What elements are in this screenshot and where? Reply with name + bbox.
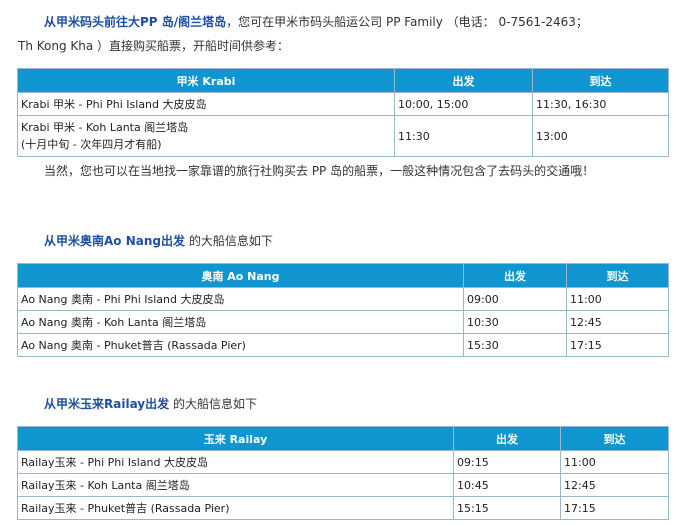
arrive-cell: 17:15 bbox=[560, 496, 669, 520]
krabi-ferry-table: 甲米 Krabi 出发 到达 Krabi 甲米 - Phi Phi Island… bbox=[17, 68, 669, 157]
route-cell: Krabi 甲米 - Koh Lanta 阁兰塔岛 (十月中旬 - 次年四月才有… bbox=[17, 115, 395, 157]
aonang-link[interactable]: 从甲米奥南Ao Nang出发 bbox=[44, 234, 185, 248]
arrive-cell: 12:45 bbox=[560, 473, 669, 497]
table-row: Railay玉来 - Koh Lanta 阁兰塔岛 10:45 12:45 bbox=[17, 473, 669, 497]
arrive-cell: 12:45 bbox=[566, 310, 669, 334]
header-depart: 出发 bbox=[394, 68, 533, 93]
table-header-row: 奥南 Ao Nang 出发 到达 bbox=[17, 263, 669, 288]
railay-heading-text: 的大船信息如下 bbox=[172, 397, 257, 411]
aonang-ferry-table: 奥南 Ao Nang 出发 到达 Ao Nang 奥南 - Phi Phi Is… bbox=[17, 263, 669, 357]
header-arrive: 到达 bbox=[560, 426, 669, 451]
intro-text-1: ，您可在甲米市码头船运公司 PP Family （电话： 0-7561-2463… bbox=[226, 15, 588, 29]
table-row: Ao Nang 奥南 - Koh Lanta 阁兰塔岛 10:30 12:45 bbox=[17, 310, 669, 334]
arrive-cell: 17:15 bbox=[566, 333, 669, 357]
route-cell: Railay玉来 - Koh Lanta 阁兰塔岛 bbox=[17, 473, 454, 497]
table-header-row: 甲米 Krabi 出发 到达 bbox=[17, 68, 669, 93]
header-route: 奥南 Ao Nang bbox=[17, 263, 464, 288]
aonang-heading-text: 的大船信息如下 bbox=[188, 234, 273, 248]
header-depart: 出发 bbox=[453, 426, 561, 451]
intro-paragraph: 从甲米码头前往大PP 岛/阁兰塔岛，您可在甲米市码头船运公司 PP Family… bbox=[18, 10, 668, 58]
arrive-cell: 13:00 bbox=[532, 115, 669, 157]
arrive-cell: 11:00 bbox=[560, 450, 669, 474]
route-cell: Ao Nang 奥南 - Phi Phi Island 大皮皮岛 bbox=[17, 287, 464, 311]
depart-cell: 15:30 bbox=[463, 333, 567, 357]
table-row: Ao Nang 奥南 - Phi Phi Island 大皮皮岛 09:00 1… bbox=[17, 287, 669, 311]
table-row: Railay玉来 - Phi Phi Island 大皮皮岛 09:15 11:… bbox=[17, 450, 669, 474]
table-row: Ao Nang 奥南 - Phuket普吉 (Rassada Pier) 15:… bbox=[17, 333, 669, 357]
intro-text-2: Th Kong Kha ）直接购买船票，开船时间供参考： bbox=[18, 39, 290, 53]
route-cell: Railay玉来 - Phi Phi Island 大皮皮岛 bbox=[17, 450, 454, 474]
railay-link[interactable]: 从甲米玉来Railay出发 bbox=[44, 397, 169, 411]
railay-heading: 从甲米玉来Railay出发 的大船信息如下 bbox=[44, 395, 257, 412]
krabi-pier-link[interactable]: 从甲米码头前往大PP 岛/阁兰塔岛 bbox=[44, 15, 226, 29]
table-row: Railay玉来 - Phuket普吉 (Rassada Pier) 15:15… bbox=[17, 496, 669, 520]
depart-cell: 09:15 bbox=[453, 450, 561, 474]
route-cell: Ao Nang 奥南 - Koh Lanta 阁兰塔岛 bbox=[17, 310, 464, 334]
table-row: Krabi 甲米 - Phi Phi Island 大皮皮岛 10:00, 15… bbox=[17, 92, 669, 116]
aonang-heading: 从甲米奥南Ao Nang出发 的大船信息如下 bbox=[44, 232, 273, 249]
table-row: Krabi 甲米 - Koh Lanta 阁兰塔岛 (十月中旬 - 次年四月才有… bbox=[17, 115, 669, 157]
header-route: 玉来 Railay bbox=[17, 426, 454, 451]
header-depart: 出发 bbox=[463, 263, 567, 288]
depart-cell: 15:15 bbox=[453, 496, 561, 520]
header-route: 甲米 Krabi bbox=[17, 68, 395, 93]
depart-cell: 10:30 bbox=[463, 310, 567, 334]
railay-ferry-table: 玉来 Railay 出发 到达 Railay玉来 - Phi Phi Islan… bbox=[17, 426, 669, 520]
route-cell: Railay玉来 - Phuket普吉 (Rassada Pier) bbox=[17, 496, 454, 520]
depart-cell: 11:30 bbox=[394, 115, 533, 157]
depart-cell: 09:00 bbox=[463, 287, 567, 311]
arrive-cell: 11:00 bbox=[566, 287, 669, 311]
route-season-note: (十月中旬 - 次年四月才有船) bbox=[21, 138, 162, 151]
table-header-row: 玉来 Railay 出发 到达 bbox=[17, 426, 669, 451]
route-name: Krabi 甲米 - Koh Lanta 阁兰塔岛 bbox=[21, 121, 189, 134]
header-arrive: 到达 bbox=[532, 68, 669, 93]
arrive-cell: 11:30, 16:30 bbox=[532, 92, 669, 116]
route-cell: Krabi 甲米 - Phi Phi Island 大皮皮岛 bbox=[17, 92, 395, 116]
travel-agency-note: 当然，您也可以在当地找一家靠谱的旅行社购买去 PP 岛的船票，一般这种情况包含了… bbox=[44, 164, 595, 178]
route-cell: Ao Nang 奥南 - Phuket普吉 (Rassada Pier) bbox=[17, 333, 464, 357]
depart-cell: 10:45 bbox=[453, 473, 561, 497]
header-arrive: 到达 bbox=[566, 263, 669, 288]
depart-cell: 10:00, 15:00 bbox=[394, 92, 533, 116]
